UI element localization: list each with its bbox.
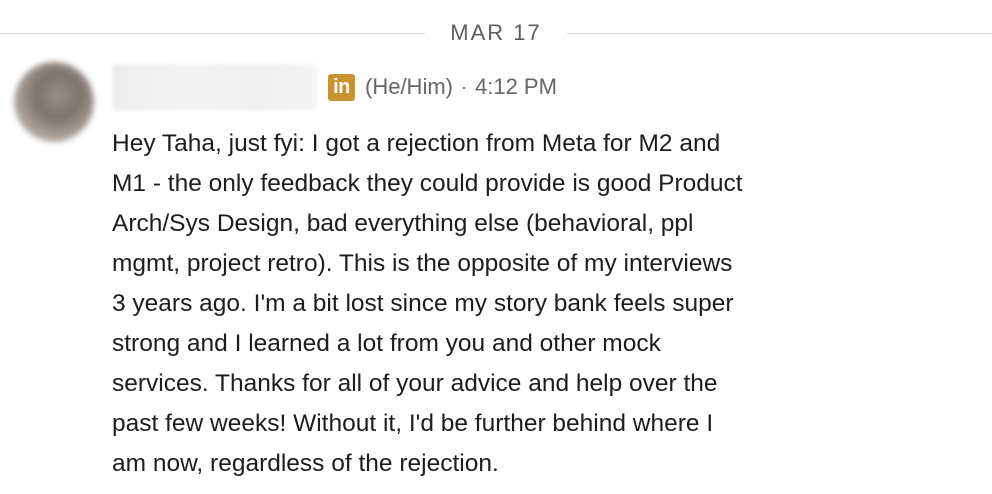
message-timestamp: 4:12 PM [475,74,557,99]
message-line: Arch/Sys Design, bad everything else (be… [112,210,694,237]
sender-pronouns: (He/Him) [365,74,453,99]
linkedin-icon-glyph: in [333,76,350,98]
message-line: am now, regardless of the rejection. [112,450,499,477]
message-body: Hey Taha, just fyi: I got a rejection fr… [112,124,743,484]
message-line: M1 - the only feedback they could provid… [112,170,743,197]
message-line: 3 years ago. I'm a bit lost since my sto… [112,290,734,317]
sender-avatar[interactable] [14,62,94,142]
message-line: strong and I learned a lot from you and … [112,330,661,357]
date-label: MAR 17 [450,20,542,45]
message-header-meta: in (He/Him) · 4:12 PM [328,72,557,102]
divider-line-left [0,33,425,34]
message-line: Hey Taha, just fyi: I got a rejection fr… [112,130,721,157]
message-line: services. Thanks for all of your advice … [112,370,718,397]
date-divider: MAR 17 [0,14,992,54]
sender-name-redacted[interactable] [112,64,317,110]
linkedin-premium-icon: in [328,73,355,101]
message-line: past few weeks! Without it, I'd be furth… [112,410,714,437]
meta-separator: · [461,76,467,97]
divider-line-right [567,33,992,34]
message-line: mgmt, project retro). This is the opposi… [112,250,733,277]
